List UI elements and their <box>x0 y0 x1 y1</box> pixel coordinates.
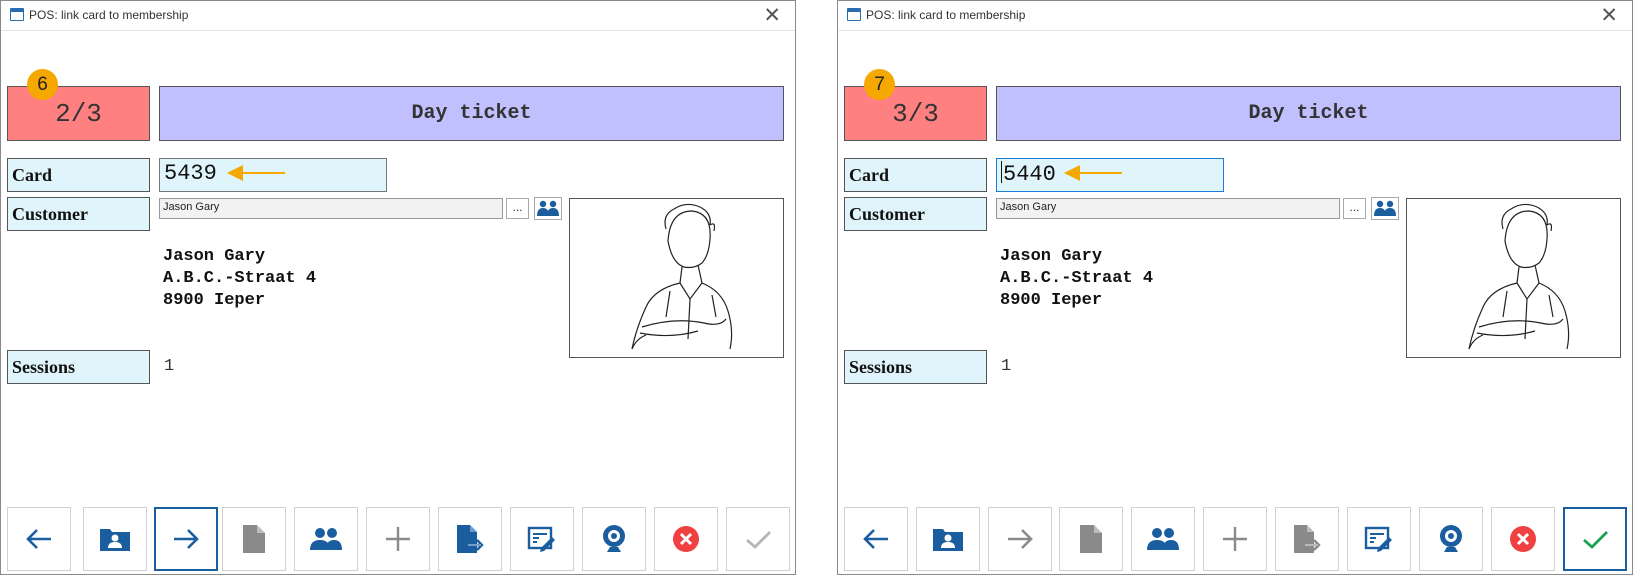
document-icon <box>243 525 265 553</box>
step-badge: 6 <box>27 69 58 100</box>
arrow-right-icon <box>174 529 199 549</box>
arrow-right-icon <box>1008 529 1033 549</box>
plus-icon <box>1223 527 1247 551</box>
previous-button[interactable] <box>844 507 908 571</box>
export-document-button[interactable] <box>1275 507 1339 571</box>
checkmark-icon <box>1583 531 1608 549</box>
cancel-button[interactable] <box>1491 507 1555 571</box>
form-edit-button[interactable] <box>1347 507 1411 571</box>
customer-photo <box>569 198 784 358</box>
window-icon <box>10 8 24 21</box>
arrow-left-pointer-icon <box>227 165 285 181</box>
people-button[interactable] <box>1131 507 1195 571</box>
plus-icon <box>386 527 410 551</box>
customer-address: Jason Gary A.B.C.-Straat 4 8900 Ieper <box>163 246 316 312</box>
customer-label: Customer <box>844 197 987 231</box>
arrow-left-icon <box>26 529 51 549</box>
people-search-icon[interactable] <box>1371 197 1399 220</box>
ticket-type: Day ticket <box>996 86 1621 141</box>
form-edit-icon <box>527 526 555 552</box>
people-icon <box>310 528 342 550</box>
webcam-icon <box>1440 525 1462 552</box>
contact-card-button[interactable] <box>83 507 147 571</box>
text-caret <box>1001 161 1002 183</box>
customer-label: Customer <box>7 197 150 231</box>
export-document-button[interactable] <box>438 507 502 571</box>
sessions-value: 1 <box>1001 357 1012 376</box>
arrow-left-pointer-icon <box>1064 165 1122 181</box>
webcam-icon <box>603 525 625 552</box>
window-title: POS: link card to membership <box>29 8 189 22</box>
card-label: Card <box>7 158 150 192</box>
previous-button[interactable] <box>7 507 71 571</box>
cancel-button[interactable] <box>654 507 718 571</box>
dialog-window-2: POS: link card to membership ✕ 3/3 7 Day… <box>837 0 1633 575</box>
cancel-icon <box>1510 526 1536 552</box>
people-icon <box>1147 528 1179 550</box>
contact-card-button[interactable] <box>916 507 980 571</box>
customer-input[interactable]: Jason Gary <box>996 198 1340 219</box>
arrow-left-icon <box>863 529 888 549</box>
add-button[interactable] <box>1203 507 1267 571</box>
document-button[interactable] <box>1059 507 1123 571</box>
webcam-button[interactable] <box>1419 507 1483 571</box>
webcam-button[interactable] <box>582 507 646 571</box>
card-label: Card <box>844 158 987 192</box>
cancel-icon <box>673 526 699 552</box>
address-name: Jason Gary <box>163 247 266 266</box>
window-title: POS: link card to membership <box>866 8 1026 22</box>
membership-counter: 3/3 <box>844 86 987 141</box>
next-button[interactable] <box>154 507 218 571</box>
close-icon[interactable]: ✕ <box>763 3 781 27</box>
document-export-icon <box>1294 525 1321 553</box>
sessions-label: Sessions <box>7 350 150 384</box>
document-export-icon <box>457 525 484 553</box>
customer-address: Jason Gary A.B.C.-Straat 4 8900 Ieper <box>1000 246 1153 312</box>
contact-card-icon <box>933 529 963 551</box>
dialog-window-1: POS: link card to membership ✕ 2/3 6 Day… <box>0 0 796 575</box>
address-city: 8900 Ieper <box>163 291 266 310</box>
address-street: A.B.C.-Straat 4 <box>1000 269 1154 288</box>
ticket-type: Day ticket <box>159 86 784 141</box>
window-icon <box>847 8 861 21</box>
customer-browse-button[interactable]: ... <box>506 198 529 219</box>
title-bar: POS: link card to membership ✕ <box>1 1 795 31</box>
title-bar: POS: link card to membership ✕ <box>838 1 1632 31</box>
checkmark-icon <box>746 531 771 549</box>
address-street: A.B.C.-Straat 4 <box>163 269 317 288</box>
step-badge: 7 <box>864 69 895 100</box>
address-name: Jason Gary <box>1000 247 1103 266</box>
form-edit-button[interactable] <box>510 507 574 571</box>
sessions-value: 1 <box>164 357 175 376</box>
confirm-button[interactable] <box>726 507 790 571</box>
confirm-button[interactable] <box>1563 507 1627 571</box>
contact-card-icon <box>100 529 130 551</box>
next-button[interactable] <box>988 507 1052 571</box>
customer-photo <box>1406 198 1621 358</box>
sessions-label: Sessions <box>844 350 987 384</box>
people-search-icon[interactable] <box>534 197 562 220</box>
customer-browse-button[interactable]: ... <box>1343 198 1366 219</box>
close-icon[interactable]: ✕ <box>1600 3 1618 27</box>
customer-input[interactable]: Jason Gary <box>159 198 503 219</box>
card-input-value: 5440 <box>1003 162 1056 187</box>
membership-counter: 2/3 <box>7 86 150 141</box>
document-icon <box>1080 525 1102 553</box>
document-button[interactable] <box>222 507 286 571</box>
form-edit-icon <box>1364 526 1392 552</box>
address-city: 8900 Ieper <box>1000 291 1103 310</box>
add-button[interactable] <box>366 507 430 571</box>
people-button[interactable] <box>294 507 358 571</box>
